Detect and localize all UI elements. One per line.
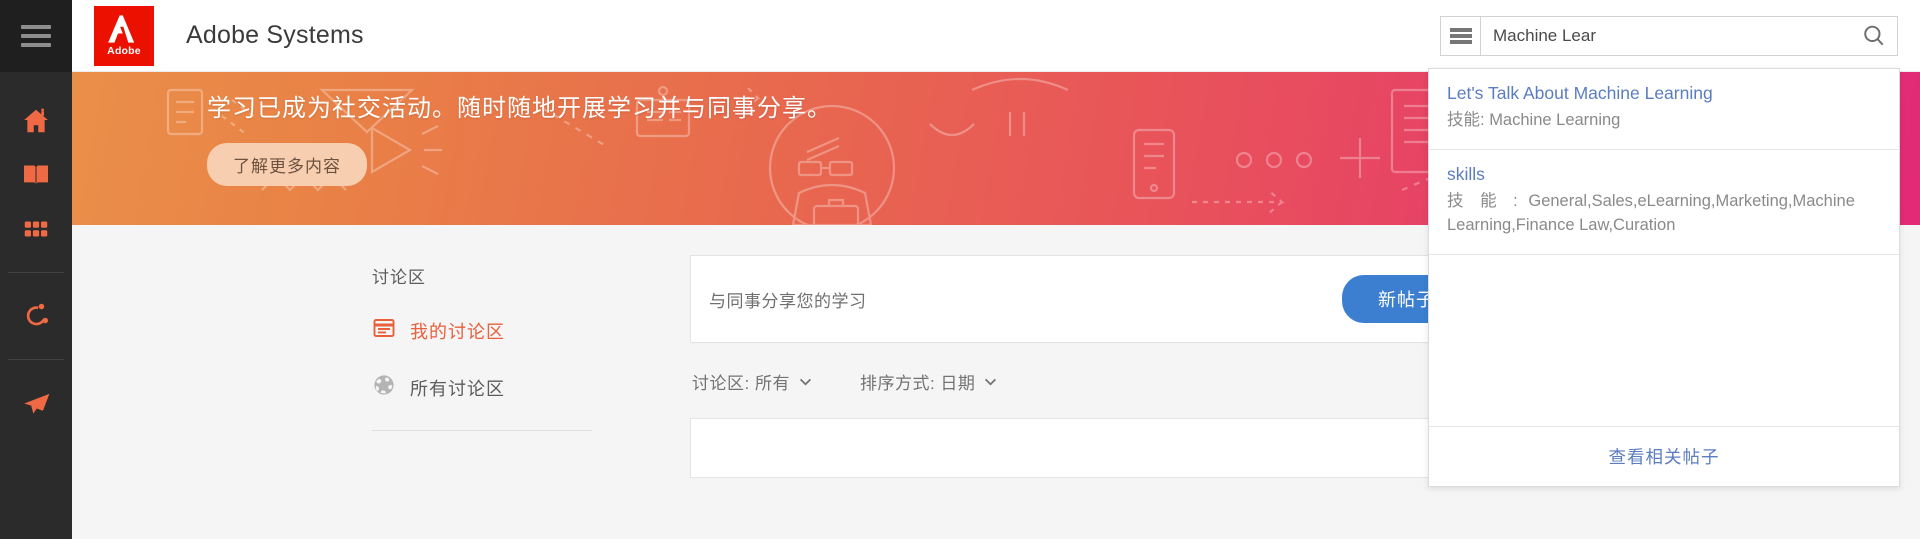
feed-post-card[interactable] — [690, 418, 1490, 478]
post-composer-placeholder[interactable]: 与同事分享您的学习 — [709, 287, 1342, 312]
sidebar-item-home[interactable] — [0, 94, 72, 148]
sidebar-item-label: 所有讨论区 — [410, 378, 505, 399]
sidebar-item-label: 我的讨论区 — [410, 321, 505, 342]
suggestion-title: Let's Talk About Machine Learning — [1447, 83, 1713, 103]
chevron-down-icon — [799, 378, 811, 385]
home-icon — [21, 106, 51, 136]
sidebar-item-social[interactable] — [0, 289, 72, 343]
suggestion-title: skills — [1447, 163, 1485, 184]
left-nav-rail — [0, 0, 72, 539]
suggestion-item[interactable]: skills 技 能 : General,Sales,eLearning,Mar… — [1429, 148, 1899, 254]
rail-item-list — [0, 72, 72, 430]
sidebar-item-all-discussions[interactable]: 所有讨论区 — [372, 373, 602, 402]
filter-board-dropdown[interactable]: 讨论区: 所有 — [692, 369, 812, 394]
view-related-posts-link[interactable]: 查看相关帖子 — [1429, 426, 1899, 486]
search-icon — [1864, 25, 1884, 45]
discussion-sidebar: 讨论区 我的讨论区 所有讨论区 — [372, 263, 602, 431]
discussion-sidebar-title: 讨论区 — [372, 268, 426, 287]
board-icon — [372, 316, 396, 345]
adobe-logo: Adobe — [94, 5, 154, 66]
view-related-posts-label: 查看相关帖子 — [1608, 447, 1720, 467]
chevron-down-icon — [985, 378, 997, 385]
rail-divider-2 — [8, 359, 64, 360]
search-input[interactable] — [1481, 25, 1851, 46]
filter-sort-dropdown[interactable]: 排序方式: 日期 — [860, 369, 997, 394]
suggestions-empty-space — [1429, 253, 1899, 426]
share-network-icon — [21, 301, 51, 331]
book-icon — [21, 160, 51, 190]
suggestion-subtitle: 技能: Machine Learning — [1447, 109, 1881, 133]
post-composer[interactable]: 与同事分享您的学习 新帖子 — [690, 255, 1490, 343]
feed-column: 与同事分享您的学习 新帖子 讨论区: 所有 排序方式: 日期 — [690, 255, 1490, 478]
suggestion-item[interactable]: Let's Talk About Machine Learning 技能: Ma… — [1429, 69, 1899, 149]
header-actions — [1440, 15, 1920, 56]
sidebar-item-apps[interactable] — [0, 202, 72, 256]
app-root: Adobe Adobe Systems Machine Lear 学习已成为社交… — [0, 0, 1920, 539]
learn-more-button[interactable]: 了解更多内容 — [207, 143, 367, 186]
adobe-a-icon — [108, 15, 135, 43]
suggestion-subtitle-value: Machine Learning — [1489, 111, 1621, 129]
paper-plane-icon — [20, 387, 52, 419]
app-header: Adobe Adobe Systems — [72, 0, 1920, 72]
menu-toggle-button[interactable] — [0, 0, 72, 72]
search-box — [1480, 15, 1898, 56]
filter-lines-icon — [1449, 27, 1472, 44]
globe-icon — [372, 373, 396, 402]
sidebar-item-send[interactable] — [0, 376, 72, 430]
suggestion-subtitle-key: 技 能 : — [1447, 191, 1524, 210]
hamburger-icon — [21, 25, 51, 47]
search-filter-button[interactable] — [1440, 15, 1480, 56]
sidebar-item-my-discussions[interactable]: 我的讨论区 — [372, 316, 602, 345]
sidebar-divider — [372, 430, 592, 431]
adobe-wordmark: Adobe — [107, 45, 141, 57]
filter-board-label: 讨论区: 所有 — [692, 374, 790, 393]
sidebar-item-catalog[interactable] — [0, 148, 72, 202]
rail-divider-1 — [8, 272, 64, 273]
suggestion-subtitle-key: 技能: — [1447, 111, 1485, 129]
page-title: Adobe Systems — [186, 21, 364, 49]
feed-filters: 讨论区: 所有 排序方式: 日期 — [690, 369, 1490, 394]
suggestion-subtitle: 技 能 : General,Sales,eLearning,Marketing,… — [1447, 190, 1881, 238]
search-submit-button[interactable] — [1851, 17, 1897, 55]
search-suggestions-dropdown: Let's Talk About Machine Learning 技能: Ma… — [1428, 68, 1900, 487]
filter-sort-label: 排序方式: 日期 — [859, 374, 976, 393]
grid-icon — [21, 214, 51, 244]
